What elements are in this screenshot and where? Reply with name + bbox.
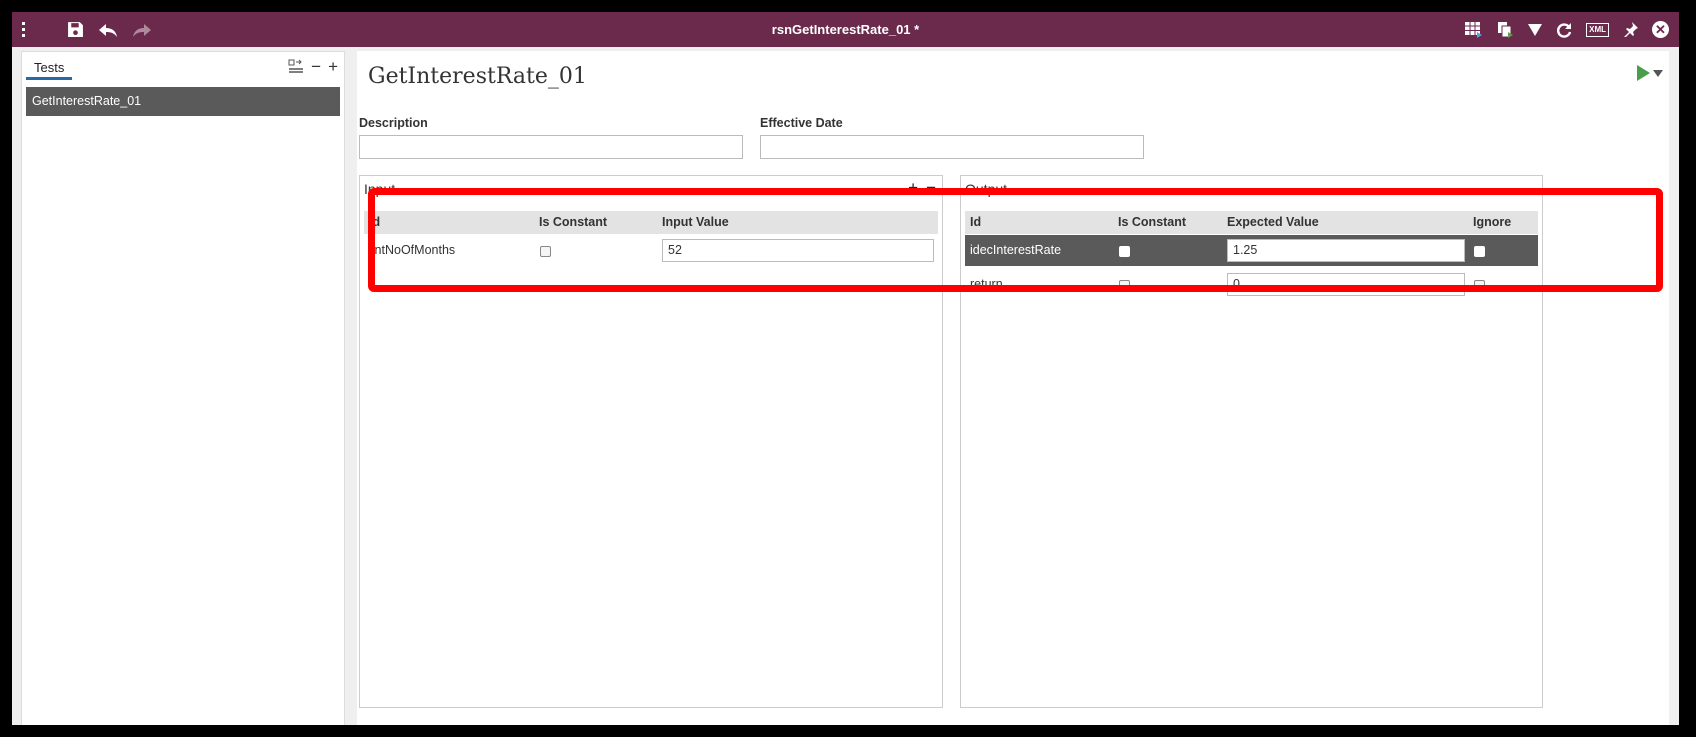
column-header: Input Value bbox=[662, 215, 729, 229]
effective-date-field[interactable] bbox=[760, 135, 1144, 159]
column-header: Is Constant bbox=[1118, 215, 1187, 229]
description-label: Description bbox=[359, 116, 428, 130]
table-row[interactable]: iintNoOfMonths 52 bbox=[364, 235, 938, 266]
input-panel: Input + − Id Is Constant Input Value iin… bbox=[359, 175, 943, 708]
column-header: Is Constant bbox=[539, 215, 608, 229]
is-constant-checkbox[interactable] bbox=[1119, 280, 1130, 291]
test-editor: GetInterestRate_01 Description Effective… bbox=[357, 51, 1669, 725]
sidebar-actions: − + bbox=[288, 57, 338, 77]
ignore-checkbox[interactable] bbox=[1474, 246, 1485, 257]
input-value-field[interactable]: 52 bbox=[662, 239, 934, 262]
output-panel-title: Output bbox=[965, 181, 1008, 197]
title-bar: rsnGetInterestRate_01 * XML ✕ bbox=[12, 12, 1679, 47]
input-panel-title: Input bbox=[364, 181, 396, 197]
add-test-icon[interactable]: + bbox=[328, 57, 338, 77]
tab-tests[interactable]: Tests bbox=[26, 60, 73, 80]
column-header: Ignore bbox=[1473, 215, 1512, 229]
expected-value-field[interactable]: 0 bbox=[1227, 273, 1465, 296]
column-header: Id bbox=[970, 215, 982, 229]
grid-icon[interactable] bbox=[1465, 21, 1483, 38]
output-grid-header: Id Is Constant Expected Value Ignore bbox=[965, 211, 1538, 234]
input-id: iintNoOfMonths bbox=[369, 243, 456, 257]
filter-icon[interactable] bbox=[1528, 23, 1543, 36]
expected-value-field[interactable]: 1.25 bbox=[1227, 239, 1465, 262]
output-id: return bbox=[970, 277, 1003, 291]
copy-icon[interactable] bbox=[1497, 21, 1514, 38]
sidebar-item-test[interactable]: GetInterestRate_01 bbox=[26, 87, 340, 116]
add-input-icon[interactable]: + bbox=[908, 178, 918, 198]
effective-date-label: Effective Date bbox=[760, 116, 843, 130]
xml-icon[interactable]: XML bbox=[1586, 22, 1609, 37]
column-header: Expected Value bbox=[1227, 215, 1319, 229]
close-icon[interactable]: ✕ bbox=[1652, 21, 1669, 38]
output-panel: Output Id Is Constant Expected Value Ign… bbox=[960, 175, 1543, 708]
remove-test-icon[interactable]: − bbox=[311, 57, 321, 77]
column-header: Id bbox=[369, 215, 381, 229]
page-title: GetInterestRate_01 bbox=[368, 64, 587, 89]
table-row[interactable]: return 0 bbox=[965, 269, 1538, 300]
document-title: rsnGetInterestRate_01 * bbox=[771, 22, 920, 37]
input-panel-actions: + − bbox=[908, 178, 936, 198]
table-row[interactable]: idecInterestRate 1.25 bbox=[965, 235, 1538, 266]
chevron-down-icon bbox=[1653, 69, 1663, 77]
is-constant-checkbox[interactable] bbox=[540, 246, 551, 257]
description-field[interactable] bbox=[359, 135, 743, 159]
sidebar-tabs: Tests − + bbox=[22, 52, 344, 83]
is-constant-checkbox[interactable] bbox=[1119, 246, 1130, 257]
refresh-icon[interactable] bbox=[1556, 22, 1572, 38]
input-grid-header: Id Is Constant Input Value bbox=[364, 211, 938, 234]
tests-sidebar: Tests − + GetInterestRate_01 bbox=[21, 51, 345, 725]
play-icon bbox=[1637, 65, 1650, 81]
ignore-checkbox[interactable] bbox=[1474, 280, 1485, 291]
toolbar-right: XML ✕ bbox=[1465, 12, 1669, 47]
remove-input-icon[interactable]: − bbox=[926, 178, 936, 198]
pin-icon[interactable] bbox=[1623, 22, 1638, 37]
run-button[interactable] bbox=[1637, 65, 1663, 81]
generate-tests-icon[interactable] bbox=[288, 59, 304, 75]
output-id: idecInterestRate bbox=[970, 243, 1062, 257]
app-window: rsnGetInterestRate_01 * XML ✕ Tests − + … bbox=[12, 12, 1679, 725]
